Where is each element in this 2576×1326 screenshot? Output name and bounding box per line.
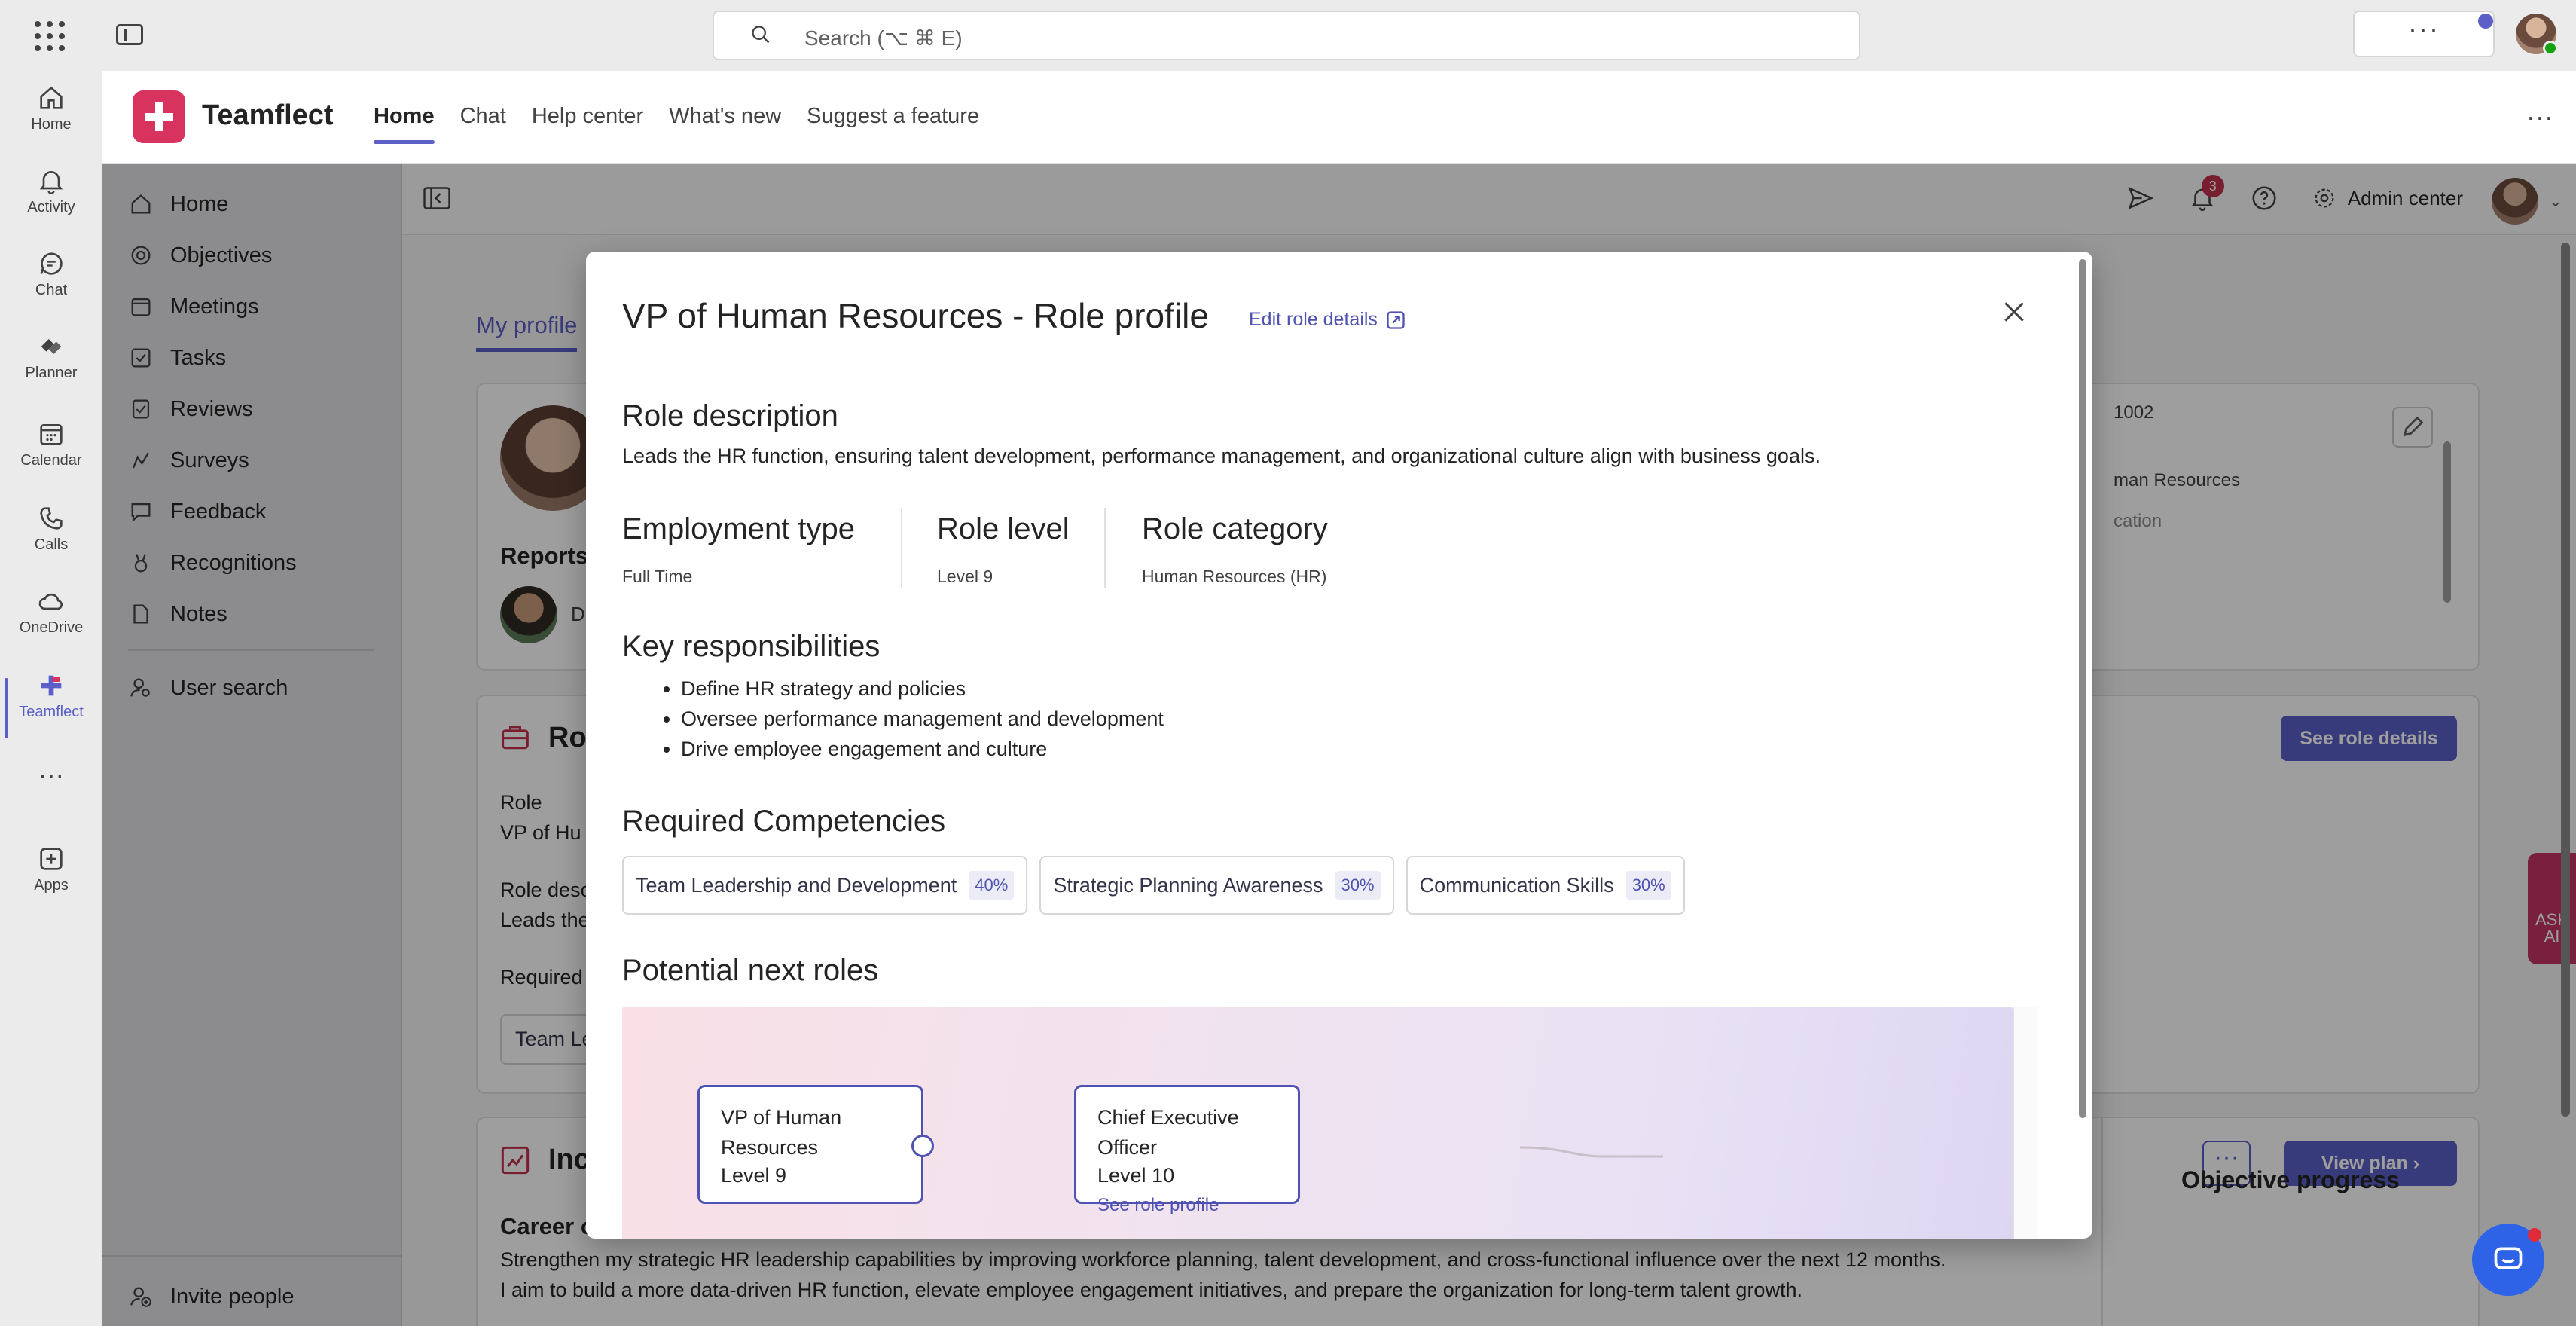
- search-icon: [752, 26, 770, 44]
- employment-type-heading: Employment type: [622, 512, 856, 545]
- teamflect-icon: [41, 675, 62, 696]
- tab-chat[interactable]: Chat: [460, 104, 506, 144]
- app-header: Teamflect Home Chat Help center What's n…: [102, 71, 2576, 164]
- competency-weight: 30%: [1625, 871, 1671, 900]
- competency-chip[interactable]: Strategic Planning Awareness 30%: [1039, 856, 1394, 915]
- list-item: Oversee performance management and devel…: [681, 704, 1164, 734]
- tab-home[interactable]: Home: [374, 104, 435, 144]
- list-item: Define HR strategy and policies: [681, 674, 1164, 704]
- competency-weight: 30%: [1335, 871, 1381, 900]
- role-description-text: Leads the HR function, ensuring talent d…: [622, 445, 1821, 467]
- responsibilities-list: Define HR strategy and policies Oversee …: [681, 674, 1164, 764]
- app-rail: Home Activity Chat Planner Calendar Call…: [0, 71, 102, 1326]
- canvas-edge: [2013, 1007, 2037, 1239]
- employment-type-value: Full Time: [622, 567, 693, 586]
- bell-icon: [39, 171, 63, 194]
- phone-icon: [40, 507, 63, 530]
- rail-item-calendar[interactable]: Calendar: [0, 419, 102, 494]
- rail-item-home[interactable]: Home: [0, 83, 102, 158]
- next-role-node[interactable]: Chief Executive Officer Level 10 See rol…: [1074, 1085, 1300, 1215]
- support-chat-button[interactable]: [2472, 1224, 2544, 1296]
- competency-weight: 40%: [969, 871, 1015, 900]
- app-name: Teamflect: [202, 99, 334, 131]
- list-item: Drive employee engagement and culture: [681, 734, 1164, 764]
- user-avatar[interactable]: [2516, 14, 2558, 56]
- competency-chip[interactable]: Communication Skills 30%: [1406, 856, 1685, 915]
- chat-icon: [40, 252, 63, 275]
- current-role-node[interactable]: VP of Human Resources Level 9: [697, 1085, 923, 1204]
- potential-next-roles-heading: Potential next roles: [622, 954, 879, 987]
- app-more-button[interactable]: ···: [2526, 101, 2553, 133]
- competency-chips: Team Leadership and Development 40% Stra…: [622, 856, 1685, 915]
- cloud-icon: [38, 593, 63, 610]
- presence-available-icon: [2543, 41, 2558, 56]
- competency-chip[interactable]: Team Leadership and Development 40%: [622, 856, 1028, 915]
- rail-item-more[interactable]: ···: [0, 761, 102, 836]
- rail-item-chat[interactable]: Chat: [0, 249, 102, 324]
- chat-icon: [2494, 1247, 2523, 1269]
- dialog-scrollbar[interactable]: [2079, 259, 2086, 1118]
- close-icon[interactable]: [1999, 297, 2029, 327]
- tab-whats-new[interactable]: What's new: [669, 104, 781, 144]
- rail-item-onedrive[interactable]: OneDrive: [0, 586, 102, 661]
- top-bar: Search (⌥ ⌘ E) ···: [0, 0, 2576, 71]
- chat-notification-dot: [2528, 1228, 2541, 1242]
- role-level-value: Level 9: [937, 567, 993, 586]
- role-description-heading: Role description: [622, 399, 838, 432]
- rail-item-apps[interactable]: Apps: [0, 844, 102, 919]
- role-category-heading: Role category: [1142, 512, 1328, 545]
- role-level-heading: Role level: [937, 512, 1070, 545]
- rail-item-calls[interactable]: Calls: [0, 503, 102, 579]
- apps-icon: [40, 848, 63, 870]
- notification-dot: [2478, 14, 2493, 29]
- more-icon: ···: [38, 761, 64, 790]
- tab-suggest-feature[interactable]: Suggest a feature: [807, 104, 979, 144]
- app-launcher-icon[interactable]: [35, 21, 65, 51]
- open-external-icon: [1387, 310, 1405, 329]
- calendar-icon: [40, 424, 63, 445]
- rail-item-planner[interactable]: Planner: [0, 332, 102, 407]
- search-placeholder: Search (⌥ ⌘ E): [804, 26, 963, 50]
- teamflect-logo: [133, 90, 185, 143]
- path-connector: [1520, 1146, 1663, 1158]
- app-tabs: Home Chat Help center What's new Suggest…: [374, 104, 979, 144]
- required-competencies-heading: Required Competencies: [622, 805, 946, 838]
- tab-help-center[interactable]: Help center: [532, 104, 643, 144]
- see-role-profile-link[interactable]: See role profile: [1097, 1195, 1277, 1216]
- role-category-value: Human Resources (HR): [1142, 567, 1327, 586]
- settings-more-button[interactable]: ···: [2353, 11, 2495, 57]
- node-connector-port[interactable]: [911, 1135, 934, 1157]
- divider: [901, 508, 902, 588]
- planner-icon: [41, 339, 62, 354]
- home-icon: [40, 86, 63, 109]
- side-panel-toggle-icon[interactable]: [116, 24, 143, 45]
- rail-item-activity[interactable]: Activity: [0, 166, 102, 241]
- dialog-title: VP of Human Resources - Role profile: [622, 296, 1209, 335]
- key-responsibilities-heading: Key responsibilities: [622, 630, 881, 663]
- edit-role-details-link[interactable]: Edit role details: [1249, 309, 1406, 331]
- divider: [1104, 508, 1106, 588]
- rail-item-teamflect[interactable]: Teamflect: [0, 671, 102, 746]
- search-box[interactable]: Search (⌥ ⌘ E): [713, 11, 1860, 60]
- role-profile-dialog: VP of Human Resources - Role profile Edi…: [586, 252, 2092, 1239]
